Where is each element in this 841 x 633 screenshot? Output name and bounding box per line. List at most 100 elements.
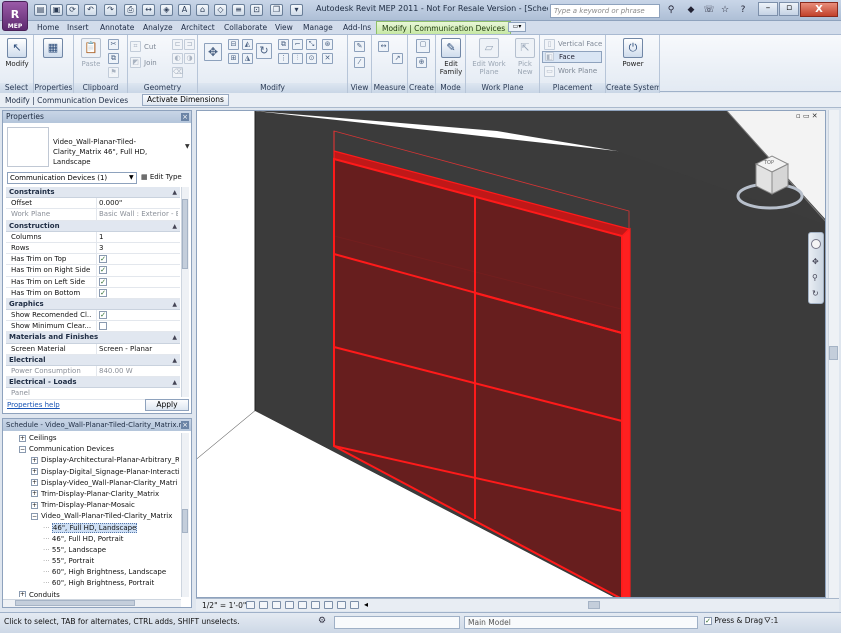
property-value[interactable] xyxy=(96,321,178,333)
tab-home[interactable]: Home xyxy=(32,21,64,34)
properties-help-link[interactable]: Properties help xyxy=(7,401,60,409)
aligned-dimension-icon[interactable]: ↗ xyxy=(392,53,403,64)
measure-icon[interactable]: ↔ xyxy=(142,4,155,16)
tab-modify-communication-devices[interactable]: Modify | Communication Devices xyxy=(376,21,512,34)
array-icon[interactable]: ⋮ xyxy=(278,53,289,64)
property-value[interactable]: ✓ xyxy=(96,254,178,266)
tab-manage[interactable]: Manage xyxy=(298,21,338,34)
property-value[interactable]: Screen - Planar xyxy=(96,343,178,355)
split-icon[interactable]: ⫶ xyxy=(292,53,303,64)
detail-level-icon[interactable] xyxy=(246,601,255,609)
browser-tree-item[interactable]: + Trim-Display-Planar-Clarity_Matrix xyxy=(3,489,179,500)
create-group-icon[interactable]: ▢ xyxy=(416,39,430,53)
activate-dimensions-button[interactable]: Activate Dimensions xyxy=(142,94,229,106)
collapse-icon[interactable]: ▲ xyxy=(172,355,177,366)
redo-icon[interactable]: ↷ xyxy=(104,4,117,16)
cope-icon[interactable]: ⌗ xyxy=(130,41,141,52)
view-scroll-thumb[interactable] xyxy=(829,346,838,360)
linework-icon[interactable]: ⁄ xyxy=(354,57,365,68)
property-value[interactable]: 1 xyxy=(96,231,178,243)
tab-view[interactable]: View xyxy=(270,21,298,34)
property-group-header[interactable]: Materials and Finishes ▲ xyxy=(6,332,180,344)
chevron-down-icon[interactable]: ▼ xyxy=(185,143,190,150)
mirror-axis-icon[interactable]: ◭ xyxy=(242,39,253,50)
face-option[interactable]: ◧ Face xyxy=(542,51,602,63)
remove-paint-icon[interactable]: ◑ xyxy=(184,53,195,64)
property-checkbox[interactable]: ✓ xyxy=(99,277,107,286)
pan-icon[interactable]: ✥ xyxy=(812,257,819,266)
paste-button[interactable]: 📋 Paste xyxy=(76,37,106,81)
browser-tree-item[interactable]: ··· 46", Full HD, Landscape xyxy=(3,522,179,534)
tag-icon[interactable]: ◈ xyxy=(160,4,173,16)
properties-scroll-thumb[interactable] xyxy=(182,199,188,269)
browser-tree-item[interactable]: + Trim-Display-Planar-Mosaic xyxy=(3,500,179,511)
expand-icon[interactable]: + xyxy=(31,490,38,498)
orbit-icon[interactable]: ↻ xyxy=(812,289,819,298)
property-group-header[interactable]: Electrical - Loads ▲ xyxy=(6,377,180,389)
paint-icon[interactable]: ◐ xyxy=(172,53,183,64)
pencil-icon[interactable]: ✎ xyxy=(354,41,365,52)
worksets-icon[interactable]: ⚙ xyxy=(318,616,326,626)
power-button[interactable]: ⏻ Power xyxy=(618,37,648,81)
browser-tree-item[interactable]: + Display-Digital_Signage-Planar-Interact… xyxy=(3,467,179,478)
shadows-icon[interactable] xyxy=(285,601,294,609)
close-icon[interactable]: × xyxy=(181,421,189,429)
close-views-icon[interactable]: ⊡ xyxy=(250,4,263,16)
apply-button[interactable]: Apply xyxy=(145,399,189,411)
communication-icon[interactable]: ☏ xyxy=(702,4,716,17)
property-value[interactable]: 3 xyxy=(96,242,178,254)
tab-collaborate[interactable]: Collaborate xyxy=(219,21,272,34)
edit-type-button[interactable]: ▦ Edit Type xyxy=(141,171,191,184)
collapse-icon[interactable]: ▲ xyxy=(172,332,177,343)
help-icon[interactable]: ? xyxy=(736,4,750,17)
type-selector[interactable]: Video_Wall-Planar-Tiled-Clarity_Matrix 4… xyxy=(53,137,183,167)
customize-qat-icon[interactable]: ▾ xyxy=(290,4,303,16)
browser-tree-item[interactable]: + Ceilings xyxy=(3,433,179,444)
browser-tree-item[interactable]: − Communication Devices xyxy=(3,444,179,455)
browser-scroll-thumb[interactable] xyxy=(182,509,188,533)
save-icon[interactable]: ▣ xyxy=(50,4,63,16)
lock-view-icon[interactable] xyxy=(324,601,333,609)
expand-icon[interactable]: + xyxy=(31,468,38,476)
scale-icon[interactable]: ⤡ xyxy=(306,39,317,50)
type-properties-button[interactable]: ▦ xyxy=(38,37,68,81)
view-scale[interactable]: 1/2" = 1'-0" xyxy=(202,601,246,610)
expand-icon[interactable]: + xyxy=(31,456,38,464)
view-hscroll-thumb[interactable] xyxy=(588,601,600,609)
modify-button[interactable]: ↖ Modify xyxy=(2,37,32,81)
press-drag-toggle[interactable]: ✓ Press & Drag xyxy=(704,616,763,625)
ribbon-toggle-icon[interactable]: ▭▾ xyxy=(508,22,526,32)
split-face-icon[interactable]: ⊐ xyxy=(184,39,195,50)
tab-add-ins[interactable]: Add-Ins xyxy=(338,21,376,34)
show-crop-icon[interactable] xyxy=(311,601,320,609)
subscription-icon[interactable]: ◆ xyxy=(684,4,698,17)
browser-tree-item[interactable]: ··· 46", Full HD, Portrait xyxy=(3,534,179,545)
property-group-header[interactable]: Construction ▲ xyxy=(6,220,180,232)
property-checkbox[interactable] xyxy=(99,322,107,331)
delete-icon[interactable]: ✕ xyxy=(322,53,333,64)
expand-icon[interactable]: + xyxy=(19,591,26,597)
close-icon[interactable]: × xyxy=(181,113,189,121)
sync-icon[interactable]: ⟳ xyxy=(66,4,79,16)
3d-view-icon[interactable]: ⌂ xyxy=(196,4,209,16)
vertical-face-label[interactable]: Vertical Face xyxy=(558,40,602,48)
switch-windows-icon[interactable]: ❐ xyxy=(270,4,283,16)
pin-icon[interactable]: ⊛ xyxy=(322,39,333,50)
binoculars-icon[interactable]: ⚲ xyxy=(664,4,678,17)
unpin-icon[interactable]: ⊙ xyxy=(306,53,317,64)
browser-tree-item[interactable]: ··· 60", High Brightness, Portrait xyxy=(3,578,179,589)
tab-insert[interactable]: Insert xyxy=(62,21,94,34)
expand-icon[interactable]: + xyxy=(31,501,38,509)
collapse-icon[interactable]: ▲ xyxy=(172,221,177,232)
instance-filter-select[interactable]: Communication Devices (1) xyxy=(7,172,137,184)
property-value[interactable]: ✓ xyxy=(96,276,178,288)
property-value[interactable]: ✓ xyxy=(96,287,178,299)
sun-path-icon[interactable] xyxy=(272,601,281,609)
text-icon[interactable]: A xyxy=(178,4,191,16)
print-icon[interactable]: ⎙ xyxy=(124,4,137,16)
undo-icon[interactable]: ↶ xyxy=(84,4,97,16)
collapse-icon[interactable]: ▲ xyxy=(172,377,177,388)
tab-architect[interactable]: Architect xyxy=(176,21,220,34)
close-button[interactable]: X xyxy=(800,2,838,17)
property-value[interactable]: 0.000" xyxy=(96,198,178,210)
